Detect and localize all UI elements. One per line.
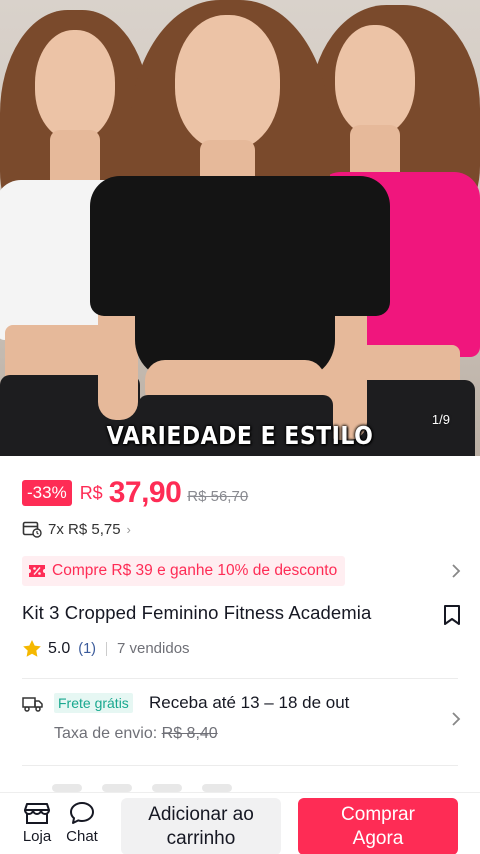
chat-label: Chat (66, 828, 98, 845)
next-section-peek (152, 784, 182, 792)
current-price: 37,90 (108, 476, 182, 509)
delivery-estimate: Receba até 13 – 18 de out (149, 693, 350, 712)
sold-count: 7 vendidos (116, 640, 190, 657)
next-section-peek (202, 784, 232, 792)
delivery-truck-icon (22, 697, 43, 712)
product-info-card: -33% R$ 37,90 R$ 56,70 7x R$ 5,75 › Comp… (0, 456, 480, 792)
shipping-fee-old: R$ 8,40 (161, 725, 218, 742)
chevron-right-icon (452, 564, 461, 578)
product-title: Kit 3 Cropped Feminino Fitness Academia (22, 602, 372, 623)
shipping-row[interactable]: Frete grátis Receba até 13 – 18 de out T… (22, 693, 462, 753)
rating-count[interactable]: (1) (78, 641, 96, 657)
store-icon (24, 803, 50, 824)
bookmark-icon[interactable] (442, 604, 462, 626)
rating-row[interactable]: 5.0 (1) 7 vendidos (22, 639, 190, 658)
promo-banner[interactable]: Compre R$ 39 e ganhe 10% de desconto (22, 556, 346, 586)
discount-badge: -33% (22, 480, 72, 506)
installments-chevron: › (126, 521, 131, 537)
installments-icon (22, 521, 42, 538)
chat-button[interactable]: Chat (62, 801, 102, 845)
buy-now-label-line2: Agora (352, 828, 404, 849)
store-label: Loja (22, 828, 52, 845)
shipping-fee-label: Taxa de envio: (54, 725, 158, 742)
rating-score: 5.0 (48, 639, 71, 657)
divider (22, 678, 458, 679)
shipping-fee: Taxa de envio: R$ 8,40 (54, 725, 218, 743)
star-icon (23, 640, 41, 657)
coupon-icon (29, 565, 45, 577)
bottom-action-bar: Loja Chat Adicionar ao carrinho Comprar … (0, 792, 480, 854)
chevron-right-icon (452, 712, 461, 726)
gallery-counter: 1/9 (431, 412, 450, 427)
next-section-peek (102, 784, 132, 792)
buy-now-button[interactable]: Comprar Agora (298, 798, 458, 854)
promo-row[interactable]: Compre R$ 39 e ganhe 10% de desconto (22, 556, 462, 586)
product-image-gallery[interactable]: VARIEDADE E ESTILO 1/9 (0, 0, 480, 456)
installments-row[interactable]: 7x R$ 5,75 › (22, 520, 131, 538)
add-to-cart-button[interactable]: Adicionar ao carrinho (121, 798, 281, 854)
promo-text: Compre R$ 39 e ganhe 10% de desconto (52, 562, 338, 579)
title-row: Kit 3 Cropped Feminino Fitness Academia (22, 602, 462, 630)
divider (22, 765, 458, 766)
installments-text: 7x R$ 5,75 (48, 520, 121, 538)
buy-now-label-line1: Comprar (341, 804, 415, 825)
rating-separator (105, 641, 107, 656)
original-price: R$ 56,70 (187, 487, 249, 505)
store-button[interactable]: Loja (17, 801, 57, 845)
price-currency: R$ (79, 482, 103, 503)
add-to-cart-label-line2: carrinho (166, 828, 236, 849)
price-row: -33% R$ 37,90 R$ 56,70 (22, 476, 248, 510)
add-to-cart-label-line1: Adicionar ao (148, 804, 254, 825)
next-section-peek (52, 784, 82, 792)
free-shipping-badge: Frete grátis (54, 693, 133, 713)
gallery-caption: VARIEDADE E ESTILO (106, 422, 374, 451)
product-image-model-black (90, 0, 400, 456)
chat-icon (70, 802, 94, 824)
